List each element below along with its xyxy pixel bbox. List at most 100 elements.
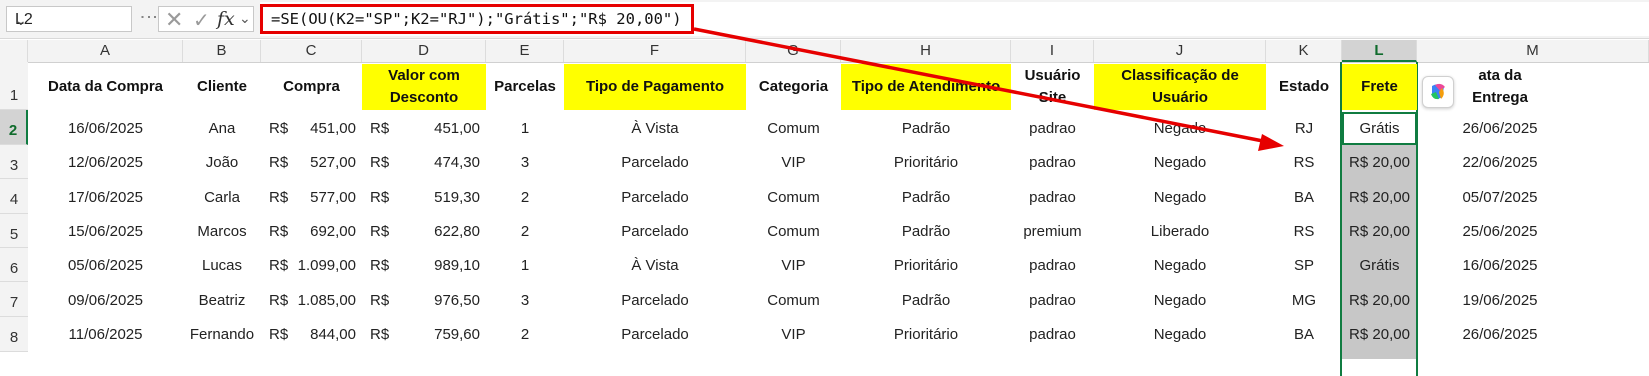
- cell-frete[interactable]: R$ 20,00: [1342, 145, 1417, 179]
- more-options-icon[interactable]: ⋮: [138, 8, 160, 24]
- column-header-h[interactable]: H: [841, 40, 1011, 62]
- cell-parcelas[interactable]: 3: [486, 145, 564, 179]
- cell-classificacao[interactable]: Negado: [1094, 145, 1266, 179]
- column-header-d[interactable]: D: [362, 40, 486, 62]
- cell-data-compra[interactable]: 16/06/2025: [36, 111, 175, 145]
- cell-parcelas[interactable]: 2: [486, 317, 564, 351]
- cell-categoria[interactable]: Comum: [746, 283, 841, 317]
- cell-frete[interactable]: Grátis: [1342, 112, 1417, 145]
- cell-classificacao[interactable]: Negado: [1094, 283, 1266, 317]
- cell-tipo-atendimento[interactable]: Padrão: [841, 111, 1011, 145]
- row-header-1[interactable]: 1: [0, 62, 28, 110]
- cell-valor-desconto[interactable]: R$ 474,30: [362, 145, 486, 179]
- cell-compra[interactable]: R$ 844,00: [261, 317, 362, 351]
- row-header-3[interactable]: 3: [0, 145, 28, 179]
- cell-categoria[interactable]: Comum: [746, 214, 841, 248]
- header-classificacao[interactable]: Classificação de Usuário: [1094, 64, 1266, 110]
- cell-valor-desconto[interactable]: R$ 759,60: [362, 317, 486, 351]
- cell-categoria[interactable]: Comum: [746, 111, 841, 145]
- cell-data-compra[interactable]: 17/06/2025: [36, 180, 175, 214]
- column-header-j[interactable]: J: [1094, 40, 1266, 62]
- cell-categoria[interactable]: VIP: [746, 248, 841, 282]
- cell-tipo-atendimento[interactable]: Prioritário: [841, 317, 1011, 351]
- select-all-corner[interactable]: [0, 40, 28, 62]
- cell-data-entrega[interactable]: 25/06/2025: [1440, 214, 1560, 248]
- cell-estado[interactable]: BA: [1266, 317, 1342, 351]
- cell-categoria[interactable]: VIP: [746, 317, 841, 351]
- header-usuario-site[interactable]: Usuário Site: [1011, 64, 1094, 110]
- cell-tipo-atendimento[interactable]: Padrão: [841, 180, 1011, 214]
- cell-categoria[interactable]: VIP: [746, 145, 841, 179]
- column-header-b[interactable]: B: [183, 40, 261, 62]
- cell-frete[interactable]: R$ 20,00: [1342, 283, 1417, 317]
- cell-usuario-site[interactable]: padrao: [1011, 111, 1094, 145]
- chevron-down-icon[interactable]: ⌄: [239, 10, 251, 27]
- cell-frete[interactable]: R$ 20,00: [1342, 214, 1417, 248]
- cell-data-compra[interactable]: 09/06/2025: [36, 283, 175, 317]
- cell-estado[interactable]: MG: [1266, 283, 1342, 317]
- cell-classificacao[interactable]: Negado: [1094, 111, 1266, 145]
- cell-data-entrega[interactable]: 19/06/2025: [1440, 283, 1560, 317]
- cell-classificacao[interactable]: Liberado: [1094, 214, 1266, 248]
- cell-tipo-pagamento[interactable]: Parcelado: [564, 283, 746, 317]
- header-parcelas[interactable]: Parcelas: [486, 66, 564, 108]
- cell-estado[interactable]: BA: [1266, 180, 1342, 214]
- header-categoria[interactable]: Categoria: [746, 66, 841, 108]
- cell-frete[interactable]: R$ 20,00: [1342, 180, 1417, 214]
- cell-cliente[interactable]: Carla: [183, 180, 261, 214]
- cell-estado[interactable]: RS: [1266, 145, 1342, 179]
- cell-compra[interactable]: R$ 577,00: [261, 180, 362, 214]
- cell-compra[interactable]: R$ 527,00: [261, 145, 362, 179]
- name-box[interactable]: L2 ⌄: [6, 6, 132, 32]
- row-header-2[interactable]: 2: [0, 110, 28, 145]
- cell-tipo-atendimento[interactable]: Padrão: [841, 214, 1011, 248]
- fx-icon[interactable]: fx: [217, 8, 235, 30]
- formula-input[interactable]: =SE(OU(K2="SP";K2="RJ");"Grátis";"R$ 20,…: [260, 4, 694, 34]
- cell-classificacao[interactable]: Negado: [1094, 317, 1266, 351]
- cell-estado[interactable]: RJ: [1266, 111, 1342, 145]
- cell-data-compra[interactable]: 05/06/2025: [36, 248, 175, 282]
- column-header-e[interactable]: E: [486, 40, 564, 62]
- cell-data-entrega[interactable]: 26/06/2025: [1440, 111, 1560, 145]
- header-compra[interactable]: Compra: [261, 66, 362, 108]
- row-header-5[interactable]: 5: [0, 214, 28, 248]
- row-header-6[interactable]: 6: [0, 248, 28, 282]
- cell-data-entrega[interactable]: 16/06/2025: [1440, 248, 1560, 282]
- cell-data-entrega[interactable]: 26/06/2025: [1440, 317, 1560, 351]
- cell-tipo-pagamento[interactable]: Parcelado: [564, 180, 746, 214]
- cell-parcelas[interactable]: 1: [486, 111, 564, 145]
- column-header-g[interactable]: G: [746, 40, 841, 62]
- cell-tipo-pagamento[interactable]: Parcelado: [564, 214, 746, 248]
- cell-tipo-atendimento[interactable]: Padrão: [841, 283, 1011, 317]
- cell-valor-desconto[interactable]: R$ 976,50: [362, 283, 486, 317]
- cell-usuario-site[interactable]: premium: [1011, 214, 1094, 248]
- cell-usuario-site[interactable]: padrao: [1011, 248, 1094, 282]
- cell-cliente[interactable]: Beatriz: [183, 283, 261, 317]
- cell-categoria[interactable]: Comum: [746, 180, 841, 214]
- cell-parcelas[interactable]: 2: [486, 214, 564, 248]
- cell-data-compra[interactable]: 11/06/2025: [36, 317, 175, 351]
- cell-data-compra[interactable]: 12/06/2025: [36, 145, 175, 179]
- cell-frete[interactable]: R$ 20,00: [1342, 317, 1417, 351]
- header-data-entrega[interactable]: ata da Entrega: [1456, 66, 1544, 108]
- cell-parcelas[interactable]: 2: [486, 180, 564, 214]
- header-cliente[interactable]: Cliente: [183, 66, 261, 108]
- column-header-k[interactable]: K: [1266, 40, 1342, 62]
- cell-tipo-pagamento[interactable]: Parcelado: [564, 145, 746, 179]
- copilot-icon[interactable]: [1422, 76, 1454, 108]
- cell-tipo-atendimento[interactable]: Prioritário: [841, 145, 1011, 179]
- cell-parcelas[interactable]: 1: [486, 248, 564, 282]
- cell-data-entrega[interactable]: 22/06/2025: [1440, 145, 1560, 179]
- cell-usuario-site[interactable]: padrao: [1011, 180, 1094, 214]
- cell-compra[interactable]: R$ 692,00: [261, 214, 362, 248]
- cell-frete[interactable]: Grátis: [1342, 248, 1417, 282]
- cell-valor-desconto[interactable]: R$ 989,10: [362, 248, 486, 282]
- column-header-a[interactable]: A: [28, 40, 183, 62]
- cell-cliente[interactable]: Lucas: [183, 248, 261, 282]
- cell-tipo-pagamento[interactable]: À Vista: [564, 248, 746, 282]
- column-header-i[interactable]: I: [1011, 40, 1094, 62]
- column-header-f[interactable]: F: [564, 40, 746, 62]
- row-header-4[interactable]: 4: [0, 179, 28, 214]
- check-icon[interactable]: ✓: [193, 8, 210, 33]
- header-data-compra[interactable]: Data da Compra: [36, 66, 175, 108]
